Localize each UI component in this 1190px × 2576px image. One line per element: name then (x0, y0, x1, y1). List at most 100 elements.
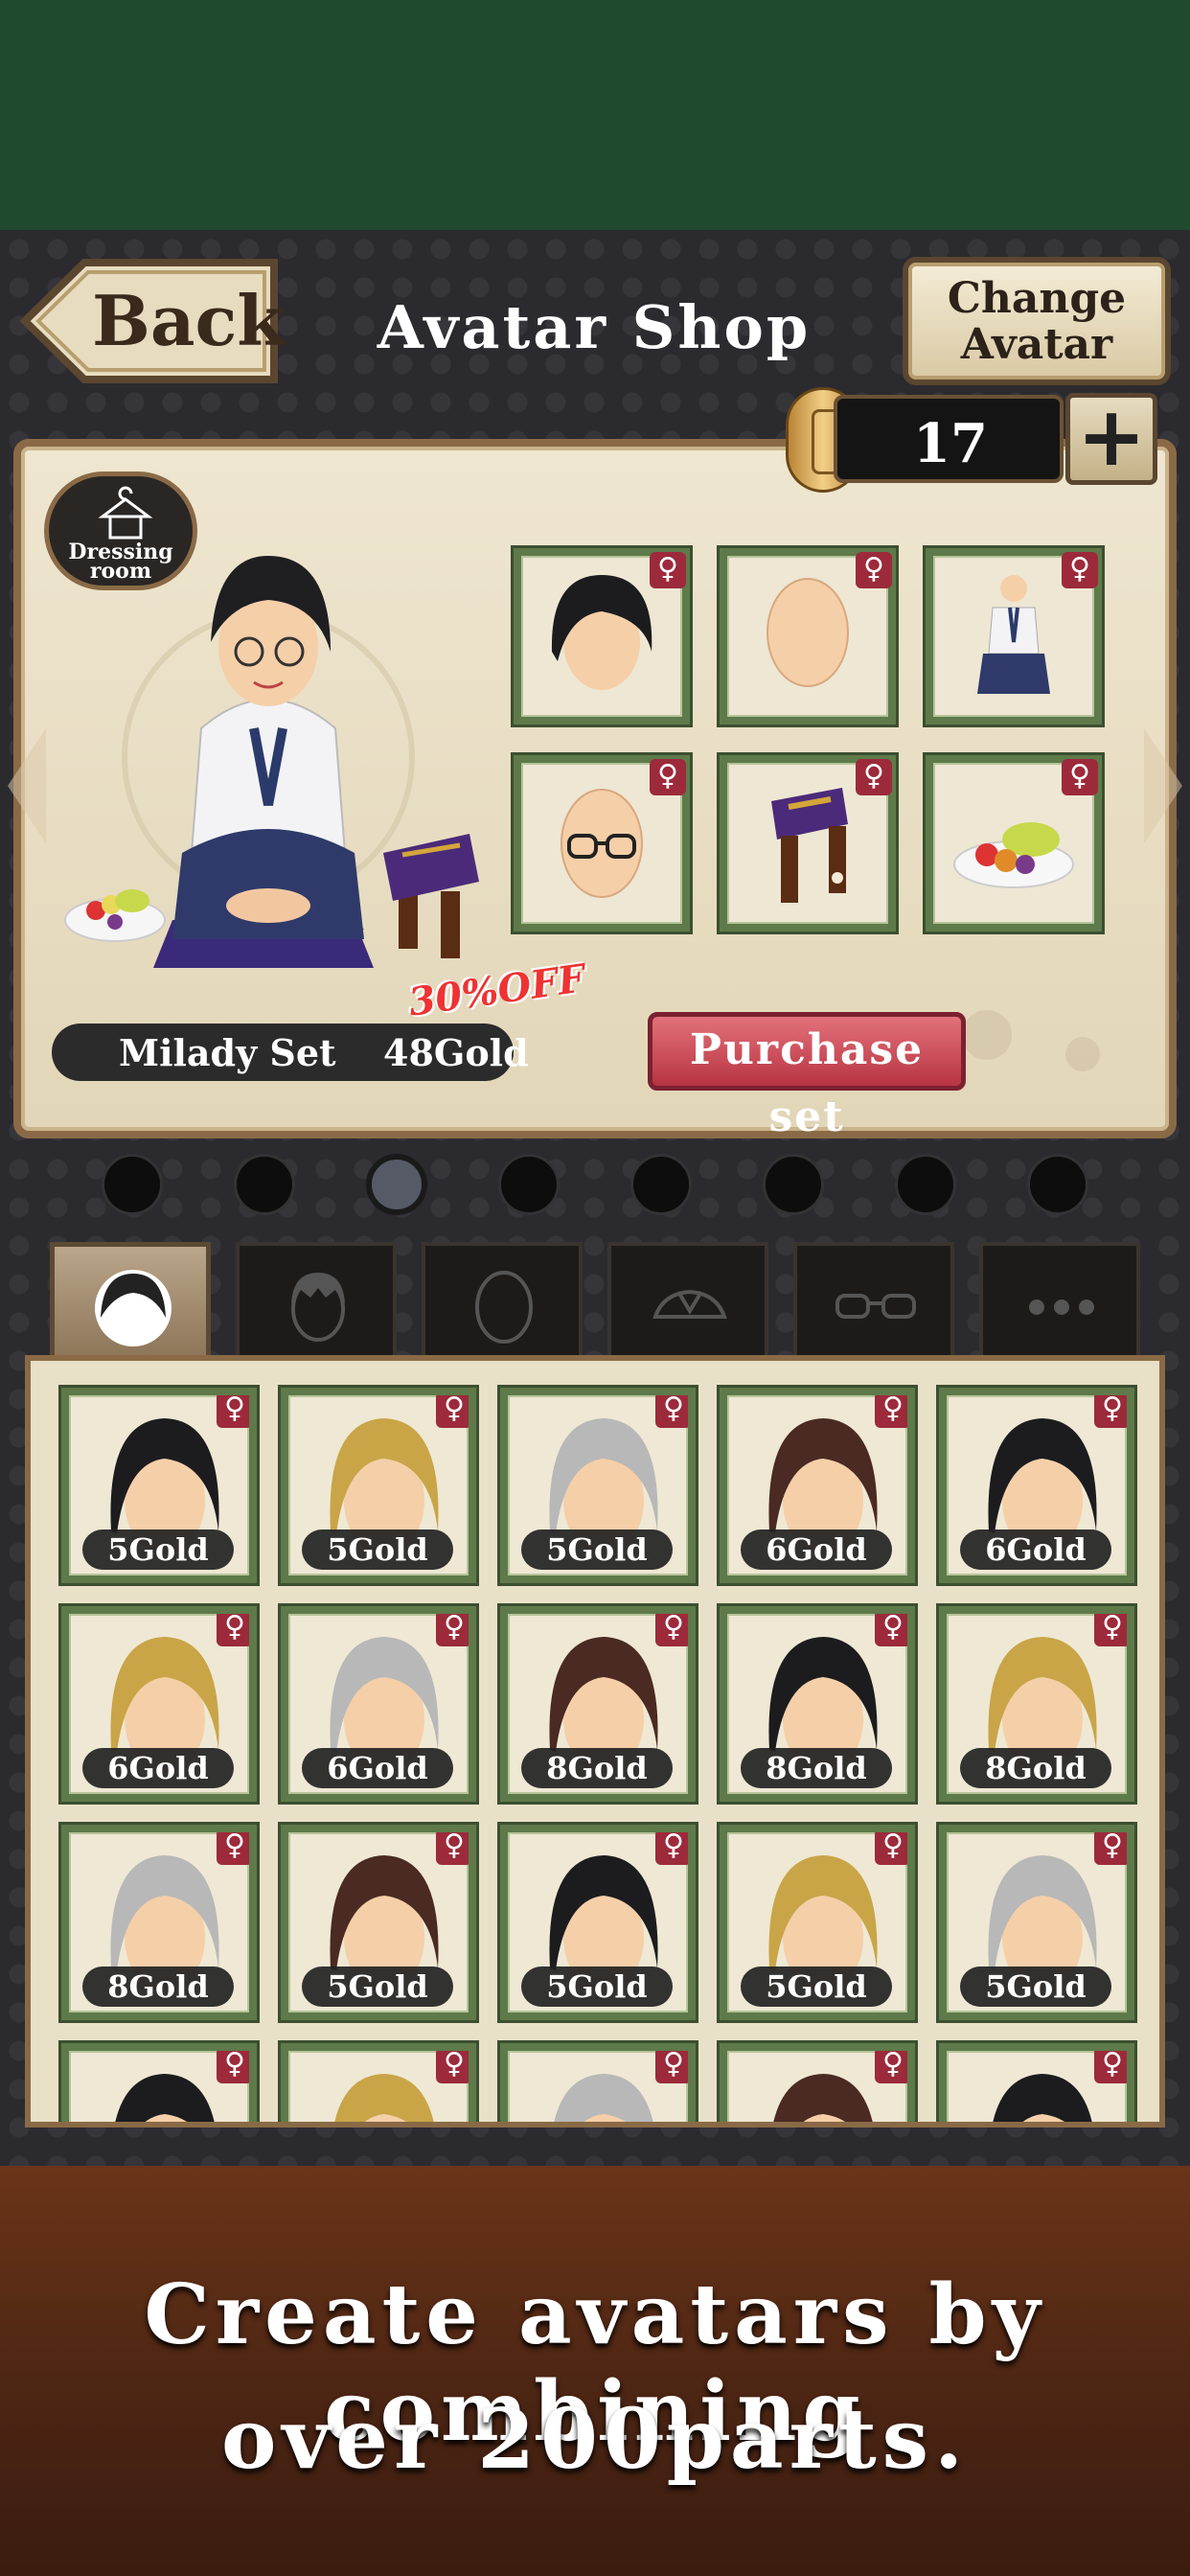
tab-outfit[interactable] (607, 1242, 768, 1365)
avatar-preview (64, 556, 479, 968)
hair-part-tile[interactable]: ♀ 8Gold (939, 1606, 1134, 1802)
page-dot[interactable] (895, 1154, 956, 1215)
hair-part-tile[interactable]: ♀ (281, 2043, 476, 2122)
change-avatar-line2: Avatar (960, 320, 1113, 369)
hair-part-tile[interactable]: ♀ 5Gold (281, 1825, 476, 2020)
gold-counter: 17 (834, 395, 1064, 483)
change-avatar-line1: Change (947, 274, 1127, 323)
hair-part-tile[interactable]: ♀ 8Gold (500, 1606, 696, 1802)
part-price: 5Gold (960, 1966, 1111, 2007)
hair-part-tile[interactable]: ♀ 5Gold (500, 1825, 696, 2020)
female-badge: ♀ (875, 2051, 907, 2083)
page-dot[interactable] (498, 1154, 560, 1215)
hair-part-tile[interactable]: ♀ (61, 2043, 257, 2122)
hair-part-tile[interactable]: ♀ (500, 2043, 696, 2122)
set-item-stand[interactable]: ♀ (720, 755, 896, 932)
tab-face[interactable] (422, 1242, 583, 1365)
set-name: Milady Set (119, 1031, 336, 1074)
hair-part-tile[interactable]: ♀ 8Gold (61, 1825, 257, 2020)
female-badge: ♀ (655, 2051, 688, 2083)
face-tab-icon (475, 1271, 533, 1344)
set-price: 48Gold (383, 1031, 529, 1074)
female-badge: ♀ (650, 759, 686, 795)
female-badge: ♀ (436, 1614, 469, 1646)
female-badge: ♀ (1094, 1395, 1127, 1428)
part-price: 6Gold (302, 1748, 453, 1788)
part-price: 5Gold (82, 1530, 234, 1570)
female-badge: ♀ (655, 1395, 688, 1428)
hair-part-tile[interactable]: ♀ 6Gold (720, 1388, 915, 1583)
part-price: 8Gold (741, 1748, 892, 1788)
prev-set-arrow[interactable] (8, 728, 46, 843)
female-badge: ♀ (436, 1832, 469, 1865)
outfit-tab-icon (652, 1289, 727, 1319)
part-price: 8Gold (960, 1748, 1111, 1788)
glasses-tab-icon (835, 1294, 916, 1319)
set-item-fruit[interactable]: ♀ (926, 755, 1102, 932)
hair-tab-icon (95, 1270, 172, 1346)
part-price: 8Gold (521, 1748, 673, 1788)
next-set-arrow[interactable] (1144, 728, 1182, 843)
female-badge: ♀ (875, 1614, 907, 1646)
female-badge: ♀ (856, 759, 892, 795)
more-icon (1029, 1300, 1094, 1315)
page-dot[interactable] (366, 1154, 427, 1215)
hair-part-tile[interactable]: ♀ 5Gold (281, 1388, 476, 1583)
page-dot[interactable] (1027, 1154, 1088, 1215)
add-gold-button[interactable]: + (1065, 393, 1157, 485)
part-price: 5Gold (521, 1530, 673, 1570)
page-dot[interactable] (234, 1154, 295, 1215)
hair-part-tile[interactable]: ♀ 8Gold (720, 1606, 915, 1802)
tab-glasses[interactable] (793, 1242, 954, 1365)
part-price: 6Gold (741, 1530, 892, 1570)
female-badge: ♀ (655, 1614, 688, 1646)
female-badge: ♀ (217, 2051, 249, 2083)
part-price: 5Gold (521, 1966, 673, 2007)
female-badge: ♀ (1094, 1614, 1127, 1646)
female-badge: ♀ (655, 1832, 688, 1865)
tab-more[interactable] (979, 1242, 1140, 1365)
set-info-bar: Milady Set 48Gold (52, 1024, 529, 1081)
female-badge: ♀ (217, 1832, 249, 1865)
purchase-set-button[interactable]: Purchase set (648, 1012, 966, 1141)
female-badge: ♀ (1062, 552, 1098, 588)
hair-part-tile[interactable]: ♀ 5Gold (720, 1825, 915, 2020)
female-badge: ♀ (436, 1395, 469, 1428)
part-price: 5Gold (741, 1966, 892, 2007)
set-item-hair[interactable]: ♀ (514, 548, 690, 724)
part-price: 5Gold (302, 1966, 453, 2007)
part-price: 8Gold (82, 1966, 234, 2007)
parts-grid: ♀ 5Gold ♀ 5Gold ♀ 5Gold ♀ 6Gold ♀ 6Gold ♀ 6Gold ♀ 6Go… (25, 1355, 1165, 2128)
female-badge: ♀ (217, 1395, 249, 1428)
set-item-glasses[interactable]: ♀ (514, 755, 690, 932)
hair-part-tile[interactable]: ♀ 6Gold (281, 1606, 476, 1802)
female-badge: ♀ (875, 1832, 907, 1865)
female-badge: ♀ (856, 552, 892, 588)
part-price: 5Gold (302, 1530, 453, 1570)
head-tab-icon (291, 1273, 345, 1342)
page-dot[interactable] (630, 1154, 692, 1215)
back-label: Back (92, 280, 286, 361)
hair-part-tile[interactable]: ♀ 5Gold (61, 1388, 257, 1583)
hair-part-tile[interactable]: ♀ 5Gold (939, 1825, 1134, 2020)
hair-part-tile[interactable]: ♀ 6Gold (939, 1388, 1134, 1583)
female-badge: ♀ (1094, 2051, 1127, 2083)
back-button[interactable]: Back (17, 257, 286, 385)
set-item-face[interactable]: ♀ (720, 548, 896, 724)
female-badge: ♀ (1062, 759, 1098, 795)
set-item-outfit[interactable]: ♀ (926, 548, 1102, 724)
promo-caption-line2: over 200parts. (220, 2391, 970, 2488)
female-badge: ♀ (1094, 1832, 1127, 1865)
hair-part-tile[interactable]: ♀ 5Gold (500, 1388, 696, 1583)
female-badge: ♀ (650, 552, 686, 588)
change-avatar-button[interactable]: Change Avatar (903, 257, 1171, 385)
tab-head[interactable] (236, 1242, 397, 1365)
hair-part-tile[interactable]: ♀ 6Gold (61, 1606, 257, 1802)
hair-part-tile[interactable]: ♀ (939, 2043, 1134, 2122)
page-dot[interactable] (763, 1154, 824, 1215)
female-badge: ♀ (217, 1614, 249, 1646)
hair-part-tile[interactable]: ♀ (720, 2043, 915, 2122)
gold-amount: 17 (913, 412, 988, 475)
tab-hair[interactable] (50, 1242, 211, 1365)
page-dot[interactable] (102, 1154, 163, 1215)
